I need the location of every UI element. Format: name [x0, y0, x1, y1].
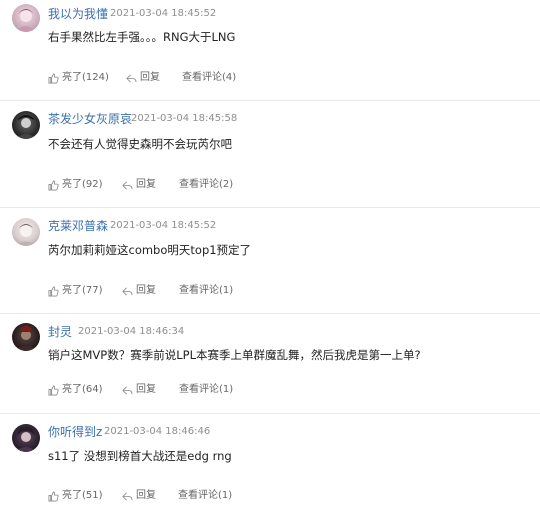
like-count: 亮了(124) — [62, 72, 109, 83]
avatar[interactable] — [12, 323, 40, 351]
reply-icon — [126, 74, 137, 82]
username[interactable]: 封灵 — [48, 325, 72, 339]
username[interactable]: 克莱邓普森 — [48, 219, 108, 233]
comment-text: s11了 没想到榜首大战还是edg rng — [48, 449, 232, 463]
view-comments-label: 查看评论(1) — [179, 384, 234, 395]
username[interactable]: 我以为我懂 — [48, 7, 108, 21]
reply-label: 回复 — [136, 179, 156, 190]
like-count: 亮了(92) — [62, 179, 103, 190]
view-comments-button[interactable]: 查看评论(1) — [178, 489, 232, 503]
reply-button[interactable]: 回复 — [122, 383, 156, 397]
like-icon — [48, 180, 59, 190]
like-icon — [48, 286, 59, 296]
username[interactable]: 茶发少女灰原哀 — [48, 112, 132, 126]
timestamp: 2021-03-04 18:45:52 — [110, 220, 217, 231]
reply-button[interactable]: 回复 — [122, 178, 156, 192]
view-comments-button[interactable]: 查看评论(4) — [182, 71, 236, 85]
reply-icon — [122, 492, 133, 500]
like-icon — [48, 491, 59, 501]
avatar[interactable] — [12, 111, 40, 139]
timestamp: 2021-03-04 18:46:34 — [78, 326, 185, 337]
view-comments-label: 查看评论(4) — [182, 72, 237, 83]
comment-text: 不会还有人觉得史森明不会玩芮尔吧 — [48, 137, 232, 151]
view-comments-button[interactable]: 查看评论(1) — [179, 284, 233, 298]
username[interactable]: 你听得到z — [48, 425, 102, 439]
comment-item: 你听得到z 2021-03-04 18:46:46 s11了 没想到榜首大战还是… — [0, 414, 540, 505]
comment-text: 芮尔加莉莉娅这combo明天top1预定了 — [48, 243, 252, 257]
avatar[interactable] — [12, 424, 40, 452]
reply-button[interactable]: 回复 — [122, 284, 156, 298]
view-comments-label: 查看评论(2) — [179, 179, 234, 190]
reply-label: 回复 — [136, 285, 156, 296]
comment-text: 销户这MVP数？赛季前说LPL本赛季上单群魔乱舞，然后我虎是第一上单? — [48, 348, 421, 362]
like-icon — [48, 73, 59, 83]
like-button[interactable]: 亮了(124) — [48, 71, 109, 85]
reply-icon — [122, 386, 133, 394]
reply-label: 回复 — [140, 72, 160, 83]
reply-icon — [122, 287, 133, 295]
like-count: 亮了(77) — [62, 285, 103, 296]
comment-item: 茶发少女灰原哀 2021-03-04 18:45:58 不会还有人觉得史森明不会… — [0, 101, 540, 207]
like-count: 亮了(51) — [62, 490, 103, 501]
timestamp: 2021-03-04 18:45:52 — [110, 8, 217, 19]
like-icon — [48, 385, 59, 395]
reply-label: 回复 — [136, 384, 156, 395]
avatar[interactable] — [12, 4, 40, 32]
like-button[interactable]: 亮了(77) — [48, 284, 103, 298]
like-button[interactable]: 亮了(64) — [48, 383, 103, 397]
avatar[interactable] — [12, 218, 40, 246]
comment-text: 右手果然比左手强。。。RNG大于LNG — [48, 30, 236, 44]
view-comments-label: 查看评论(1) — [179, 285, 234, 296]
like-count: 亮了(64) — [62, 384, 103, 395]
view-comments-button[interactable]: 查看评论(2) — [179, 178, 233, 192]
timestamp: 2021-03-04 18:45:58 — [131, 113, 238, 124]
reply-label: 回复 — [136, 490, 156, 501]
reply-icon — [122, 181, 133, 189]
view-comments-button[interactable]: 查看评论(1) — [179, 383, 233, 397]
like-button[interactable]: 亮了(92) — [48, 178, 103, 192]
comment-item: 封灵 2021-03-04 18:46:34 销户这MVP数？赛季前说LPL本赛… — [0, 314, 540, 413]
reply-button[interactable]: 回复 — [126, 71, 160, 85]
view-comments-label: 查看评论(1) — [178, 490, 233, 501]
timestamp: 2021-03-04 18:46:46 — [104, 426, 211, 437]
comment-item: 我以为我懂 2021-03-04 18:45:52 右手果然比左手强。。。RNG… — [0, 0, 540, 100]
comment-item: 克莱邓普森 2021-03-04 18:45:52 芮尔加莉莉娅这combo明天… — [0, 208, 540, 313]
like-button[interactable]: 亮了(51) — [48, 489, 103, 503]
reply-button[interactable]: 回复 — [122, 489, 156, 503]
